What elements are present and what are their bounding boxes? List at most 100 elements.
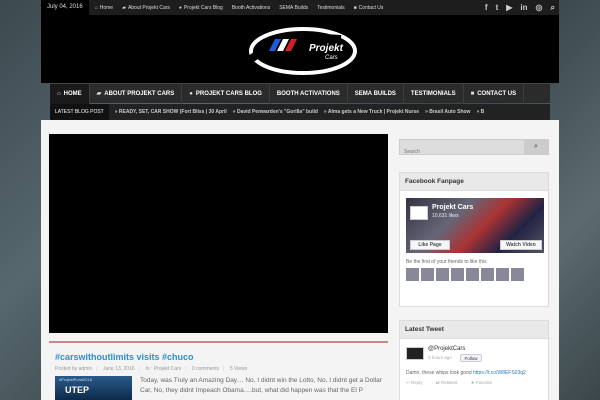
top-nav-home[interactable]: ⌂ Home (95, 5, 113, 11)
youtube-icon[interactable]: ▶ (506, 3, 512, 12)
post-author[interactable]: Posted by admin (55, 366, 92, 372)
page-wrapper: July 04, 2016 ⌂ Home ▰ About Projekt Cars … (41, 0, 559, 400)
tweet-actions: ↩ Reply ⇄ Retweet ★ Favorite (406, 380, 504, 386)
fb-watch-button[interactable]: Watch Video (500, 240, 542, 250)
video-player[interactable] (49, 134, 388, 333)
top-nav-about[interactable]: ▰ About Projekt Cars (122, 5, 170, 11)
post-excerpt: Today, was Truly an Amazing Day… No, I d… (140, 377, 382, 394)
top-nav-blog[interactable]: ● Projekt Cars Blog (179, 5, 223, 11)
avatar[interactable] (466, 268, 479, 281)
fb-page-avatar[interactable] (410, 206, 428, 220)
search-button[interactable]: ⌕ (524, 140, 548, 154)
nav-booth[interactable]: BOOTH ACTIVATIONS (270, 83, 348, 104)
car-icon: ▰ (122, 4, 126, 11)
nav-blog[interactable]: ● PROJEKT CARS BLOG (182, 83, 270, 104)
fb-page-name[interactable]: Projekt Cars (432, 204, 473, 211)
favorite-button[interactable]: ★ Favorite (471, 380, 499, 385)
avatar[interactable] (511, 268, 524, 281)
logo-subtext: Cars (325, 55, 338, 61)
widget-title: Facebook Fanpage (400, 173, 548, 191)
post-views: 5 Views (229, 366, 248, 372)
fb-friends-text: Be the first of your friends to like thi… (406, 259, 487, 265)
main-nav: ⌂ HOME ▰ ABOUT PROJEKT CARS ● PROJEKT CARS … (50, 83, 550, 104)
tweet-text: Damn, these whips look good https://t.co… (406, 370, 526, 376)
site-header: Projekt Cars (41, 15, 559, 83)
facebook-widget: Facebook Fanpage Projekt Cars 10,631 lik… (399, 172, 549, 307)
top-bar: July 04, 2016 ⌂ Home ▰ About Projekt Cars … (41, 0, 559, 15)
news-ticker: LATEST BLOG POST » READY, SET, CAR SHOW … (50, 104, 550, 120)
avatar[interactable] (436, 268, 449, 281)
search-input[interactable] (400, 145, 520, 159)
thumb-caption: #ProjektPond2016 (59, 377, 92, 382)
nav-sema[interactable]: SEMA BUILDS (348, 83, 404, 104)
top-nav-label: Booth Activations (231, 4, 271, 11)
tweet-handle[interactable]: @ProjektCars (428, 346, 465, 352)
contact-icon: ■ (470, 90, 475, 97)
tweet-link[interactable]: https://t.co/W8EFS03q2 (473, 370, 526, 376)
linkedin-icon[interactable]: in (520, 3, 527, 12)
tweet-avatar[interactable] (406, 347, 424, 360)
search-icon[interactable]: ⌕ (551, 3, 555, 13)
car-icon: ▰ (96, 90, 102, 97)
top-nav: ⌂ Home ▰ About Projekt Cars ● Projekt Cars … (95, 5, 393, 11)
avatar[interactable] (406, 268, 419, 281)
top-nav-testimonials[interactable]: Testimonials (317, 5, 345, 11)
fb-friend-avatars (406, 268, 526, 281)
nav-contact[interactable]: ■ CONTACT US (464, 83, 525, 104)
date-display: July 04, 2016 (41, 0, 89, 15)
fb-like-button[interactable]: Like Page (410, 240, 450, 250)
nav-label: BOOTH ACTIVATIONS (276, 90, 340, 97)
post-thumbnail[interactable]: #ProjektPond2016 UTEP (55, 376, 132, 400)
twitter-widget: Latest Tweet @ProjektCars 3 hours ago Fo… (399, 320, 549, 400)
top-nav-label: Contact Us (358, 4, 384, 11)
avatar[interactable] (481, 268, 494, 281)
nav-testimonials[interactable]: TESTIMONIALS (404, 83, 464, 104)
tweet-time: 3 hours ago (428, 355, 452, 360)
ticker-item[interactable]: » David Penwarden's "Gorilla" build (233, 109, 318, 115)
top-nav-label: SEMA Builds (279, 4, 309, 11)
top-nav-label: About Projekt Cars (127, 4, 170, 11)
post-comments[interactable]: 0 comments (192, 366, 219, 372)
avatar[interactable] (451, 268, 464, 281)
top-nav-contact[interactable]: ■ Contact Us (354, 5, 384, 11)
reply-button[interactable]: ↩ Reply (406, 380, 429, 385)
home-icon: ⌂ (57, 90, 61, 97)
widget-title: Latest Tweet (400, 321, 548, 339)
chat-icon: ● (178, 4, 182, 11)
top-nav-label: Testimonials (317, 4, 345, 11)
nav-label: SEMA BUILDS (354, 90, 396, 97)
contact-icon: ■ (353, 4, 357, 11)
content-area: #carswithoutlimits visits #chuco Posted … (41, 120, 559, 400)
home-icon: ⌂ (94, 4, 98, 11)
twitter-icon[interactable]: t (496, 3, 499, 12)
avatar[interactable] (496, 268, 509, 281)
instagram-icon[interactable]: ◎ (536, 3, 543, 12)
nav-about[interactable]: ▰ ABOUT PROJEKT CARS (90, 83, 183, 104)
ticker-label: LATEST BLOG POST (50, 104, 109, 120)
top-nav-sema[interactable]: SEMA Builds (279, 5, 308, 11)
fb-cover-image[interactable]: Projekt Cars 10,631 likes Like Page Watc… (406, 198, 544, 253)
nav-label: PROJEKT CARS BLOG (195, 90, 262, 97)
top-nav-booth[interactable]: Booth Activations (232, 5, 270, 11)
ticker-item[interactable]: » Brasil Auto Show (425, 109, 470, 115)
social-links: f t ▶ in ◎ ⌕ (477, 0, 555, 15)
post-date: June 13, 2016 (102, 366, 135, 372)
follow-button[interactable]: Follow (460, 354, 482, 362)
search-icon: ⌕ (534, 143, 538, 150)
nav-home[interactable]: ⌂ HOME (50, 83, 90, 104)
fb-like-count: 10,631 likes (432, 213, 459, 219)
retweet-button[interactable]: ⇄ Retweet (436, 380, 464, 385)
post-category[interactable]: In : Projekt Cars (145, 366, 181, 372)
nav-label: HOME (63, 90, 82, 97)
ticker-item[interactable]: » READY, SET, CAR SHOW (Fort Bliss | 30 … (115, 109, 227, 115)
top-nav-label: Projekt Cars Blog (183, 4, 223, 11)
facebook-icon[interactable]: f (485, 3, 488, 12)
post-meta: Posted by admin | June 13, 2016 | In : Pro… (55, 366, 248, 372)
logo-text: Projekt (309, 43, 343, 54)
avatar[interactable] (421, 268, 434, 281)
post-title[interactable]: #carswithoutlimits visits #chuco (55, 352, 194, 362)
ticker-item[interactable]: » B (476, 109, 484, 115)
ticker-item[interactable]: » Alma gets a New Truck | Projekt Nurse (324, 109, 419, 115)
nav-label: CONTACT US (477, 90, 517, 97)
chat-icon: ● (189, 90, 193, 97)
